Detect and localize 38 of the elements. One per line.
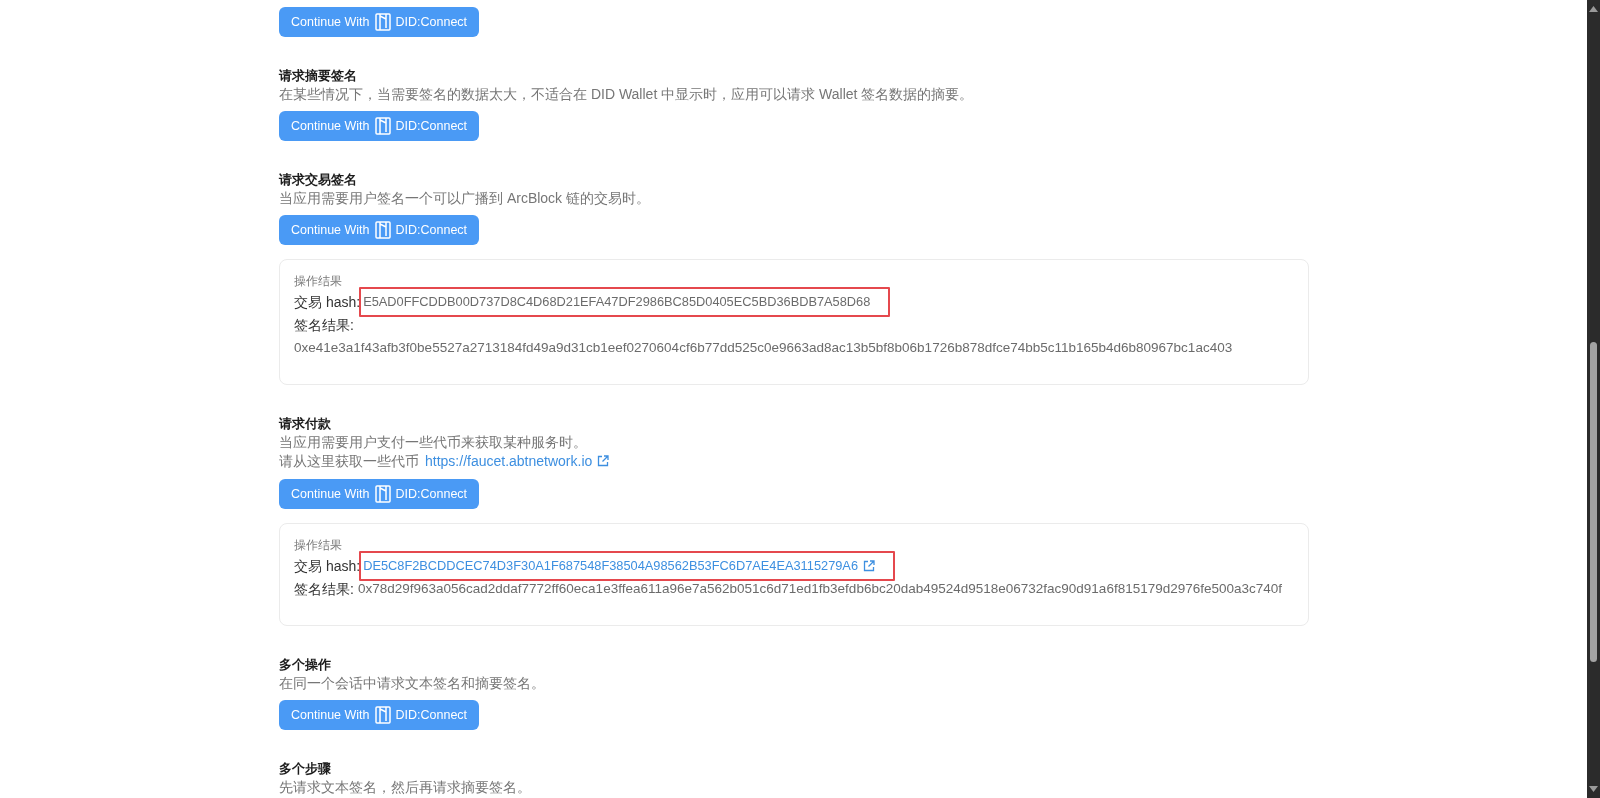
faucet-link[interactable]: https://faucet.abtnetwork.io xyxy=(425,451,610,471)
section-heading: 多个操作 xyxy=(279,656,331,674)
continue-with-did-connect-button[interactable]: Continue With DID:Connect xyxy=(279,7,480,37)
continue-with-did-connect-button[interactable]: Continue With DID:Connect xyxy=(279,479,480,509)
scroll-down-arrow-icon[interactable] xyxy=(1589,786,1598,792)
section-description: 在某些情况下，当需要签名的数据太大，不适合在 DID Wallet 中显示时，应用可以请求 Wallet 签名数据的摘要。 xyxy=(279,85,974,103)
scroll-up-arrow-icon[interactable] xyxy=(1589,6,1598,12)
external-link-icon xyxy=(863,559,876,572)
continue-with-did-connect-button[interactable]: Continue With DID:Connect xyxy=(279,700,480,730)
hash-label: 交易 hash: xyxy=(294,557,361,574)
scrollbar-thumb[interactable] xyxy=(1590,342,1597,662)
section-heading: 多个步骤 xyxy=(279,760,331,778)
section-heading: 请求付款 xyxy=(279,415,331,433)
did-logo-icon xyxy=(374,221,391,239)
continue-with-did-connect-button[interactable]: Continue With DID:Connect xyxy=(279,215,480,245)
hash-label: 交易 hash: xyxy=(294,293,361,310)
did-logo-icon xyxy=(374,706,391,724)
section-heading: 请求摘要签名 xyxy=(279,67,357,85)
signature-value: 0xe41e3a1f43afb3f0be5527a2713184fd49a9d31cb1eef0270604cf6b77dd525c0e9663ad8ac13b5bf8b06b1726b878dfce74bb5c11b165b4d6b80967bc1ac403 xyxy=(294,339,1233,356)
did-logo-icon xyxy=(374,485,391,503)
result-title: 操作结果 xyxy=(294,537,343,554)
section-heading: 请求交易签名 xyxy=(279,171,357,189)
section-description: 当应用需要用户支付一些代币来获取某种服务时。 xyxy=(279,433,587,451)
section-description: 在同一个会话中请求文本签名和摘要签名。 xyxy=(279,674,545,692)
section-description: 先请求文本签名，然后再请求摘要签名。 xyxy=(279,778,531,796)
hash-link[interactable]: DE5C8F2BCDDCEC74D3F30A1F687548F38504A98562B53FC6D7AE4EA3115279A6 xyxy=(363,557,876,574)
signature-label: 签名结果: xyxy=(294,580,354,597)
did-logo-icon xyxy=(374,117,391,135)
hash-value: E5AD0FFCDDB00D737D8C4D68D21EFA47DF2986BC85D0405EC5BD36BDB7A58D68 xyxy=(363,293,871,310)
signature-label: 签名结果: xyxy=(294,316,354,333)
section-description: 当应用需要用户签名一个可以广播到 ArcBlock 链的交易时。 xyxy=(279,189,650,207)
continue-with-did-connect-button[interactable]: Continue With DID:Connect xyxy=(279,111,480,141)
result-title: 操作结果 xyxy=(294,273,343,290)
scrollbar[interactable] xyxy=(1587,0,1600,798)
external-link-icon xyxy=(597,455,610,467)
signature-value: 0x78d29f963a056cad2ddaf7772ff60eca1e3ffea611a96e7a562b051c6d71ed1fb3efdb6bc20dab49524d9518e06732fac90d91a6f815179d2976fe500a3c740f xyxy=(357,580,1283,597)
faucet-prompt: 请从这里获取一些代币 xyxy=(279,452,419,471)
did-logo-icon xyxy=(374,13,391,31)
